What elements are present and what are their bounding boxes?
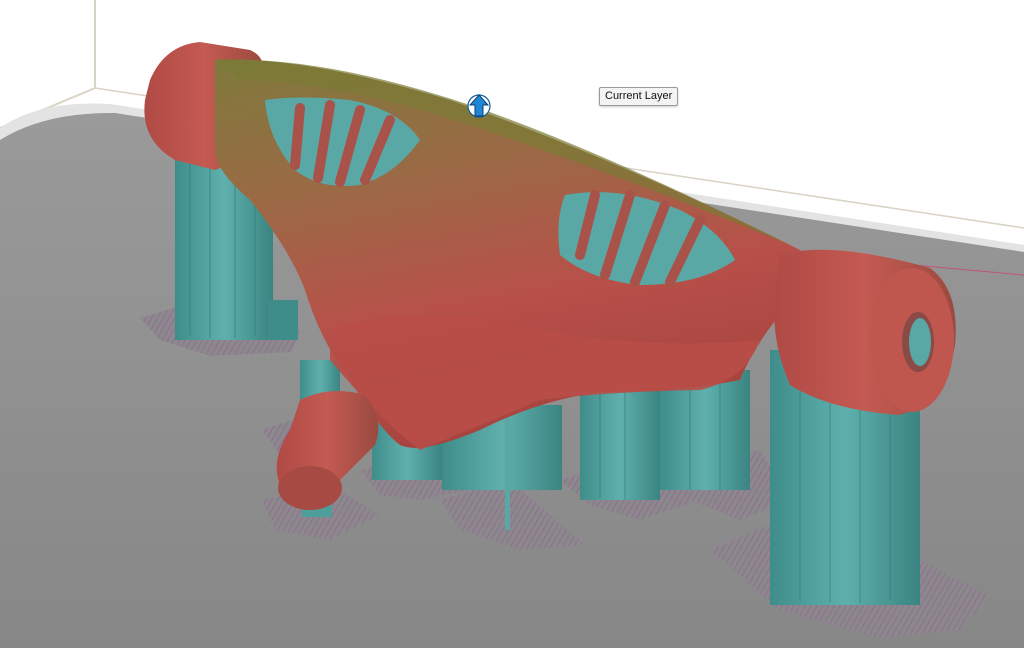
scene-canvas[interactable] (0, 0, 1024, 648)
up-arrow-icon[interactable] (468, 94, 490, 120)
3d-viewport[interactable]: Current Layer (0, 0, 1024, 648)
current-layer-tooltip: Current Layer (599, 87, 679, 106)
